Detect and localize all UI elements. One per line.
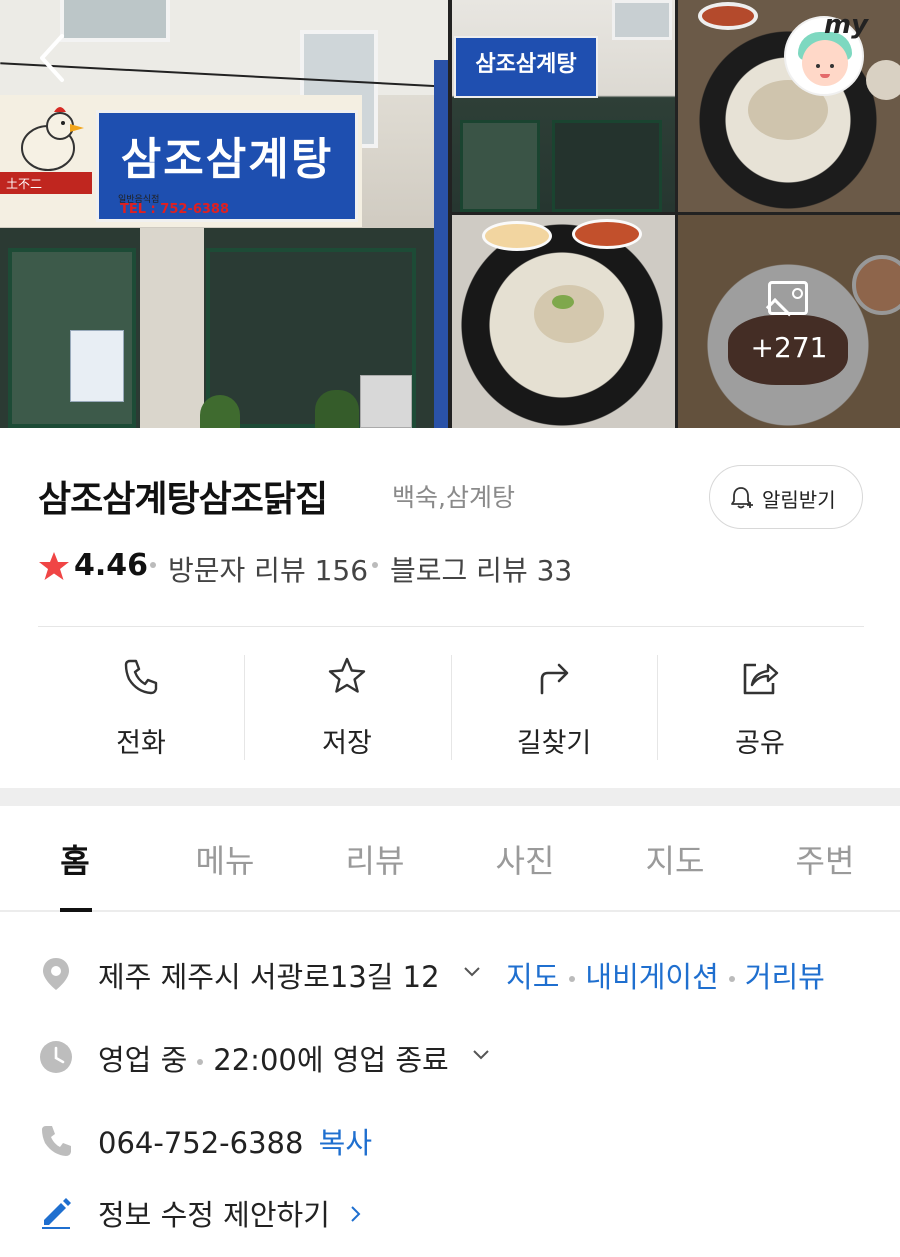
separator-dot: [150, 562, 156, 568]
directions-icon: [540, 663, 569, 695]
photo-garnish: [552, 295, 574, 309]
share-button[interactable]: 공유: [657, 655, 863, 760]
photo-window: [60, 0, 170, 42]
copy-phone-link[interactable]: 복사: [319, 1126, 372, 1160]
photo-plant: [315, 390, 359, 428]
photo-red-sign: 土不二: [0, 172, 92, 194]
street-view-link[interactable]: 거리뷰: [745, 960, 825, 994]
directions-button[interactable]: 길찾기: [451, 655, 657, 760]
place-name: 삼조삼계탕삼조닭집: [38, 479, 328, 520]
hours-text-wrap[interactable]: 영업 중 22:00에 영업 종료: [98, 1037, 490, 1079]
tab-menu[interactable]: 메뉴: [150, 836, 300, 882]
separator-dot: [372, 562, 378, 568]
rating-score: 4.46: [74, 548, 149, 583]
navigation-link[interactable]: 내비게이션: [585, 960, 718, 994]
divider: [38, 626, 864, 627]
edit-suggest-link[interactable]: 정보 수정 제안하기: [98, 1198, 330, 1232]
call-button[interactable]: 전화: [38, 655, 244, 760]
photo-samgyetang-soup[interactable]: [452, 215, 675, 428]
share-icon: [743, 663, 779, 695]
tab-home[interactable]: 홈: [0, 836, 150, 882]
share-label: 공유: [735, 728, 785, 759]
tab-map[interactable]: 지도: [600, 836, 750, 882]
tab-bar: 홈 메뉴 리뷰 사진 지도 주변: [0, 806, 900, 912]
chicken-mascot-icon: [21, 107, 84, 171]
notify-label: 알림받기: [762, 488, 836, 512]
hours-detail: 22:00에 영업 종료: [213, 1043, 449, 1077]
photo-side-dish: [572, 219, 642, 249]
photo-chicken: [534, 285, 604, 343]
back-button[interactable]: [30, 30, 74, 86]
photo-side-dish: [482, 221, 552, 251]
photo-more-count: +271: [750, 331, 828, 364]
photo-side-sign: [434, 60, 448, 428]
call-label: 전화: [116, 728, 166, 759]
photo-door: [460, 120, 540, 212]
chevron-right-icon: [351, 1206, 361, 1222]
photo-sign-title: 삼조삼계탕: [120, 134, 334, 185]
photo-door: [552, 120, 662, 212]
photo-sign-closeup[interactable]: 삼조삼계탕: [452, 0, 675, 212]
separator-dot: [728, 976, 735, 982]
avatar-eye: [816, 64, 820, 68]
save-button[interactable]: 저장: [244, 655, 450, 760]
map-link[interactable]: 지도: [506, 960, 559, 994]
tab-reviews[interactable]: 리뷰: [300, 836, 450, 882]
action-bar: 전화 저장 길찾기 공유: [38, 655, 864, 760]
phone-text-wrap: 064-752-6388 복사: [98, 1120, 372, 1162]
tab-photos[interactable]: 사진: [450, 836, 600, 882]
photo-more[interactable]: +271: [678, 215, 900, 428]
blog-reviews-link[interactable]: 블로그 리뷰 33: [390, 549, 572, 589]
separator-dot: [197, 1059, 204, 1065]
star-icon: [328, 657, 366, 693]
chevron-down-icon[interactable]: [472, 1046, 490, 1064]
avatar-eye: [830, 64, 834, 68]
photo-pillar: [140, 228, 204, 428]
notify-button[interactable]: 알림받기: [709, 465, 863, 529]
visitor-reviews-link[interactable]: 방문자 리뷰 156: [168, 549, 368, 589]
photo-gallery[interactable]: 삼조삼계탕 일반음식점 TEL : 752-6388 土不二 삼조삼계탕 +27…: [0, 0, 900, 428]
phone-icon: [124, 659, 158, 695]
directions-label: 길찾기: [516, 728, 592, 759]
address-text-wrap: 제주 제주시 서광로13길 12 지도 내비게이션 거리뷰: [98, 954, 825, 996]
address-text: 제주 제주시 서광로13길 12: [98, 960, 440, 994]
active-tab-indicator: [60, 908, 92, 912]
photo-plant: [200, 395, 240, 428]
clock-icon: [40, 1041, 72, 1073]
separator-dot: [569, 976, 576, 982]
place-category: 백숙,삼계탕: [392, 483, 515, 512]
photo-side-dish: [698, 2, 758, 30]
phone-icon: [42, 1126, 71, 1156]
section-separator: [0, 788, 900, 806]
star-filled-icon: [39, 552, 69, 580]
hours-status: 영업 중: [98, 1043, 188, 1077]
save-label: 저장: [322, 728, 372, 759]
pencil-icon: [42, 1198, 71, 1229]
photo-poster: [70, 330, 124, 402]
edit-suggest-wrap[interactable]: 정보 수정 제안하기: [98, 1192, 365, 1234]
photo-sign-title: 삼조삼계탕: [475, 52, 577, 77]
chevron-down-icon[interactable]: [463, 963, 481, 981]
image-gallery-icon: [768, 281, 808, 315]
photo-side-dish: [866, 60, 900, 100]
chevron-left-icon: [40, 34, 64, 82]
tab-nearby[interactable]: 주변: [750, 836, 900, 882]
photo-window: [612, 0, 672, 40]
avatar-face: [802, 40, 848, 86]
photo-more-overlay: [678, 215, 900, 428]
photo-sign-tel: TEL : 752-6388: [120, 202, 229, 217]
photo-sign: 삼조삼계탕: [454, 36, 598, 98]
photo-aircon: [360, 375, 412, 428]
location-pin-icon: [43, 958, 69, 990]
my-label[interactable]: my: [824, 10, 868, 40]
phone-number[interactable]: 064-752-6388: [98, 1126, 303, 1160]
bell-plus-icon: [731, 487, 753, 509]
